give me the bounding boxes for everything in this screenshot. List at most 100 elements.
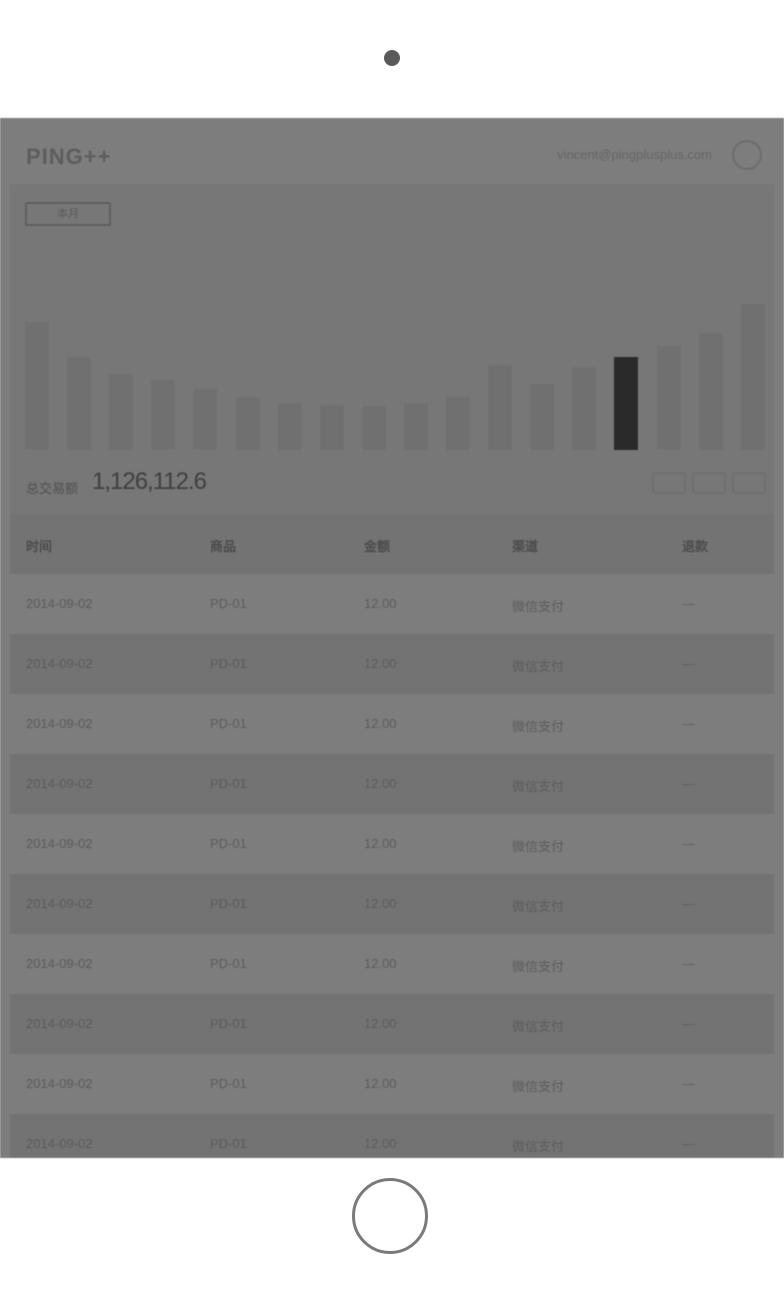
cell-amount: 12.00 [364,776,397,791]
cell-time: 2014-09-02 [26,1076,93,1091]
table-row[interactable]: 2014-09-02 PD-01 12.00 微信支付 — [10,994,774,1054]
chart-bar[interactable] [236,397,260,450]
column-header-product[interactable]: 商品 [210,536,236,555]
table-row[interactable]: 2014-09-02 PD-01 12.00 微信支付 — [10,1114,774,1158]
cell-product: PD-01 [210,896,247,911]
chart-bar[interactable] [320,405,344,450]
user-email[interactable]: vincent@pingplusplus.com [557,147,712,162]
chart-bar[interactable] [67,357,91,450]
cell-refund: — [682,1136,695,1151]
cell-amount: 12.00 [364,1076,397,1091]
table-row[interactable]: 2014-09-02 PD-01 12.00 微信支付 — [10,934,774,994]
cell-product: PD-01 [210,716,247,731]
chart-bar[interactable] [530,384,554,450]
cell-refund: — [682,1016,695,1031]
cell-time: 2014-09-02 [26,596,93,611]
cell-product: PD-01 [210,1136,247,1151]
cell-refund: — [682,1076,695,1091]
app-logo: PING++ [26,144,112,169]
table-row[interactable]: 2014-09-02 PD-01 12.00 微信支付 — [10,874,774,934]
cell-refund: — [682,716,695,731]
chart-bar[interactable] [25,322,49,450]
cell-refund: — [682,836,695,851]
chart-bar[interactable] [362,406,386,450]
cell-time: 2014-09-02 [26,956,93,971]
cell-amount: 12.00 [364,1136,397,1151]
cell-channel: 微信支付 [512,839,565,854]
app-screen: PING++ vincent@pingplusplus.com 本月 总交易额 … [0,118,784,1158]
column-header-amount[interactable]: 金额 [364,536,390,555]
pager-next-button[interactable] [732,472,766,494]
cell-time: 2014-09-02 [26,656,93,671]
chart-bar[interactable] [151,380,175,450]
chart-bar[interactable] [572,367,596,450]
column-header-refund[interactable]: 退款 [682,536,708,555]
chart-bar[interactable] [741,304,765,450]
cell-amount: 12.00 [364,1016,397,1031]
cell-refund: — [682,656,695,671]
cell-amount: 12.00 [364,716,397,731]
pager-prev-button[interactable] [652,472,686,494]
table-row[interactable]: 2014-09-02 PD-01 12.00 微信支付 — [10,814,774,874]
chart-bar[interactable] [657,346,681,450]
cell-refund: — [682,776,695,791]
cell-product: PD-01 [210,956,247,971]
cell-channel: 微信支付 [512,899,565,914]
transactions-table: 时间 商品 金额 渠道 退款 2014-09-02 PD-01 12.00 微信支付 —… [10,514,774,1158]
cell-time: 2014-09-02 [26,776,93,791]
cell-product: PD-01 [210,836,247,851]
chart-bar[interactable] [278,403,302,450]
cell-time: 2014-09-02 [26,836,93,851]
cell-product: PD-01 [210,596,247,611]
chart-bar[interactable] [404,403,428,450]
cell-refund: — [682,896,695,911]
chart-bar[interactable] [193,389,217,450]
cell-amount: 12.00 [364,656,397,671]
chart-bar[interactable] [488,365,512,450]
table-row[interactable]: 2014-09-02 PD-01 12.00 微信支付 — [10,574,774,634]
cell-channel: 微信支付 [512,599,565,614]
cell-product: PD-01 [210,1076,247,1091]
chart-bar[interactable] [446,397,470,450]
cell-time: 2014-09-02 [26,896,93,911]
chart-bar[interactable] [109,374,133,450]
cell-channel: 微信支付 [512,659,565,674]
column-header-time[interactable]: 时间 [26,536,52,555]
cell-product: PD-01 [210,776,247,791]
cell-refund: — [682,596,695,611]
cell-channel: 微信支付 [512,959,565,974]
column-header-channel[interactable]: 渠道 [512,536,538,555]
top-bar: PING++ vincent@pingplusplus.com [0,118,784,190]
total-value: 1,126,112.6 [92,468,207,495]
avatar[interactable] [732,140,762,170]
table-row[interactable]: 2014-09-02 PD-01 12.00 微信支付 — [10,1054,774,1114]
chart-panel: 本月 [10,184,774,514]
total-label: 总交易额 [26,481,79,496]
table-header-row: 时间 商品 金额 渠道 退款 [10,514,774,574]
table-row[interactable]: 2014-09-02 PD-01 12.00 微信支付 — [10,694,774,754]
cell-product: PD-01 [210,1016,247,1031]
cell-amount: 12.00 [364,596,397,611]
cell-amount: 12.00 [364,896,397,911]
table-row[interactable]: 2014-09-02 PD-01 12.00 微信支付 — [10,634,774,694]
chart-bar[interactable] [614,357,638,450]
cell-amount: 12.00 [364,836,397,851]
cell-time: 2014-09-02 [26,716,93,731]
cell-channel: 微信支付 [512,779,565,794]
pager-current-button[interactable] [692,472,726,494]
cell-channel: 微信支付 [512,1079,565,1094]
cell-channel: 微信支付 [512,719,565,734]
cell-product: PD-01 [210,656,247,671]
cell-channel: 微信支付 [512,1019,565,1034]
table-row[interactable]: 2014-09-02 PD-01 12.00 微信支付 — [10,754,774,814]
cell-refund: — [682,956,695,971]
table-body: 2014-09-02 PD-01 12.00 微信支付 — 2014-09-02 PD-01… [10,574,774,1158]
chart-bar[interactable] [699,333,723,450]
home-button[interactable] [352,1178,428,1254]
cell-time: 2014-09-02 [26,1136,93,1151]
cell-amount: 12.00 [364,956,397,971]
camera-dot [384,50,400,66]
cell-time: 2014-09-02 [26,1016,93,1031]
period-select-button[interactable]: 本月 [25,202,111,226]
cell-channel: 微信支付 [512,1139,565,1154]
